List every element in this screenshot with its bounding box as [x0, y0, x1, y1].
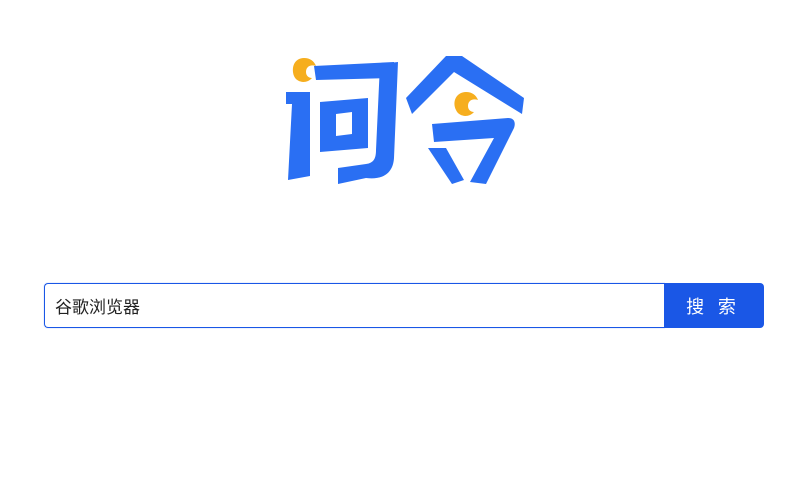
logo [276, 52, 528, 192]
search-button[interactable]: 搜 索 [664, 283, 764, 328]
search-input[interactable] [44, 283, 664, 328]
search-bar: 搜 索 [44, 283, 764, 328]
logo-graphic [286, 56, 524, 184]
page: 搜 索 [0, 0, 789, 477]
